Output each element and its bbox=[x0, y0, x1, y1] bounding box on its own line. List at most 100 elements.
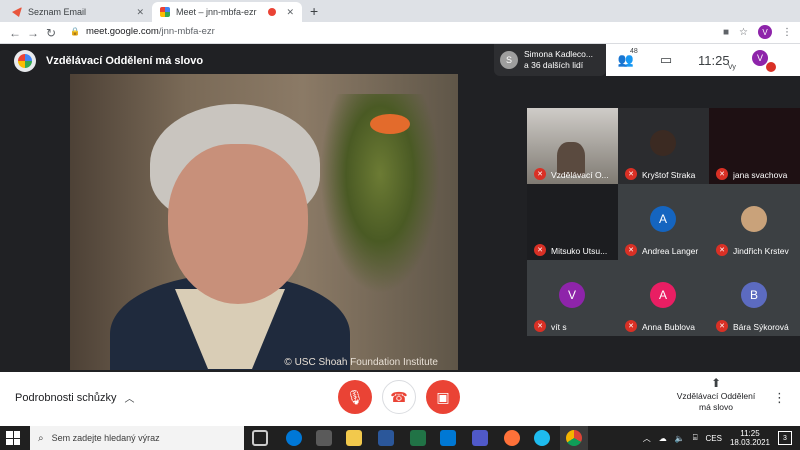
participant-grid: ✕ Vzdělávací O... ✕ Kryštof Straka ✕ jan… bbox=[527, 108, 800, 336]
participant-avatar: B bbox=[741, 282, 767, 308]
camera-toggle-button[interactable]: ▣ bbox=[426, 380, 460, 414]
close-icon[interactable]: ✕ bbox=[136, 7, 144, 18]
keyboard-language[interactable]: CES bbox=[706, 434, 722, 443]
url-field[interactable]: 🔒 meet.google.com/jnn-mbfa-ezr bbox=[70, 26, 215, 37]
mail-icon[interactable] bbox=[440, 430, 456, 446]
search-icon: ⌕ bbox=[38, 432, 44, 444]
participant-tile[interactable]: A ✕ Andrea Langer bbox=[618, 184, 709, 260]
chat-button[interactable]: ▭ bbox=[646, 52, 686, 68]
leave-call-button[interactable]: ☎ bbox=[382, 380, 416, 414]
chrome-icon[interactable] bbox=[566, 430, 582, 446]
file-explorer-icon[interactable] bbox=[346, 430, 362, 446]
menu-icon[interactable]: ⋮ bbox=[782, 27, 792, 38]
participants-count: 48 bbox=[630, 48, 638, 55]
participant-tile[interactable]: ✕ Mitsuko Utsu... bbox=[527, 184, 618, 260]
microphone-toggle-button[interactable]: 🎙 bbox=[338, 380, 372, 414]
excel-icon[interactable] bbox=[410, 430, 426, 446]
muted-icon bbox=[766, 62, 776, 72]
presenter-text: Simona Kadleco... a 36 dalších lidí bbox=[524, 49, 593, 71]
participant-tile[interactable]: V ✕ vít s bbox=[527, 260, 618, 336]
task-view-icon[interactable] bbox=[252, 430, 268, 446]
participant-name: Kryštof Straka bbox=[642, 170, 696, 180]
tab-title: Seznam Email bbox=[28, 7, 87, 17]
taskbar-time: 11:25 bbox=[740, 429, 760, 438]
meeting-logo-icon bbox=[14, 50, 36, 72]
participant-avatar: A bbox=[650, 282, 676, 308]
video-flower bbox=[370, 114, 410, 134]
participant-avatar: V bbox=[559, 282, 585, 308]
participant-name: Andrea Langer bbox=[642, 246, 699, 256]
presenter-avatar: S bbox=[500, 51, 518, 69]
windows-start-icon[interactable] bbox=[6, 431, 20, 445]
participant-name: Anna Bublova bbox=[642, 322, 695, 332]
camera-off-icon: ▣ bbox=[436, 388, 450, 405]
self-avatar: V bbox=[752, 50, 768, 66]
participant-tile[interactable]: A ✕ Anna Bublova bbox=[618, 260, 709, 336]
participant-tile[interactable]: ✕ Vzdělávací O... bbox=[527, 108, 618, 184]
meeting-details-label: Podrobnosti schůzky bbox=[15, 391, 117, 404]
more-options-button[interactable]: ⋮ bbox=[773, 390, 786, 406]
internet-explorer-icon[interactable] bbox=[534, 430, 550, 446]
close-icon[interactable]: ✕ bbox=[286, 7, 294, 18]
recording-icon bbox=[268, 8, 277, 16]
video-watermark: © USC Shoah Foundation Institute bbox=[284, 357, 438, 368]
participant-name: Bára Sýkorová bbox=[733, 322, 789, 332]
participant-name: Jindřich Krstev bbox=[733, 246, 789, 256]
mic-off-icon: ✕ bbox=[534, 320, 546, 332]
teams-icon[interactable] bbox=[472, 430, 488, 446]
participant-tile[interactable]: B ✕ Bára Sýkorová bbox=[709, 260, 800, 336]
participant-tile[interactable]: ✕ Jindřich Krstev bbox=[709, 184, 800, 260]
participant-tile[interactable]: ✕ jana svachova bbox=[709, 108, 800, 184]
mic-off-icon: ✕ bbox=[625, 168, 637, 180]
meeting-clock: 11:25 bbox=[698, 52, 730, 68]
network-icon[interactable]: ⌸ bbox=[693, 433, 698, 443]
tab-seznam-email[interactable]: Seznam Email ✕ bbox=[4, 2, 152, 22]
speaker-icon[interactable]: 🔈 bbox=[675, 434, 685, 443]
self-label: Vy bbox=[728, 64, 736, 71]
new-tab-button[interactable]: + bbox=[310, 3, 318, 19]
taskbar-search-box[interactable]: ⌕ Sem zadejte hledaný výraz bbox=[30, 426, 244, 450]
taskbar-clock[interactable]: 11:25 18.03.2021 bbox=[730, 429, 770, 447]
participant-name: jana svachova bbox=[733, 170, 788, 180]
tray-chevron-icon[interactable]: ︿ bbox=[643, 433, 651, 444]
participant-photo bbox=[650, 130, 676, 156]
presenter-chip[interactable]: S Simona Kadleco... a 36 dalších lidí bbox=[494, 44, 606, 76]
edge-icon[interactable] bbox=[286, 430, 302, 446]
reload-icon[interactable]: ↻ bbox=[42, 26, 60, 40]
meeting-title-text: Vzdělávací Oddělení má slovo bbox=[46, 55, 204, 67]
address-bar-actions: ■ ☆ V ⋮ bbox=[723, 25, 792, 39]
participant-tile[interactable]: ✕ Kryštof Straka bbox=[618, 108, 709, 184]
camera-icon[interactable]: ■ bbox=[723, 27, 729, 38]
present-now-button[interactable]: ⬆ Vzdělávací Oddělení má slovo bbox=[672, 377, 760, 413]
tab-meet[interactable]: Meet – jnn-mbfa-ezr ✕ bbox=[152, 2, 302, 22]
self-view[interactable]: Vy V bbox=[728, 44, 776, 76]
profile-avatar[interactable]: V bbox=[758, 25, 772, 39]
meeting-controls-bar: Podrobnosti schůzky ︿ 🎙 ☎ ▣ ⬆ Vzdělávací… bbox=[0, 372, 800, 426]
presenter-others: a 36 dalších lidí bbox=[524, 60, 584, 70]
mic-off-icon: ✕ bbox=[534, 168, 546, 180]
system-tray: ︿ ☁ 🔈 ⌸ CES 11:25 18.03.2021 3 bbox=[643, 429, 792, 447]
back-icon[interactable]: ← bbox=[6, 26, 24, 40]
people-button[interactable]: 👥 48 bbox=[606, 48, 646, 68]
star-icon[interactable]: ☆ bbox=[739, 27, 748, 38]
forward-icon[interactable]: → bbox=[24, 26, 42, 40]
address-bar: ← → ↻ 🔒 meet.google.com/jnn-mbfa-ezr ■ ☆… bbox=[0, 22, 800, 44]
chevron-up-icon: ︿ bbox=[124, 394, 135, 405]
store-icon[interactable] bbox=[316, 430, 332, 446]
cloud-icon[interactable]: ☁ bbox=[659, 434, 667, 443]
main-video[interactable]: © USC Shoah Foundation Institute bbox=[70, 74, 458, 370]
mic-off-icon: ✕ bbox=[716, 244, 728, 256]
participant-name: Mitsuko Utsu... bbox=[551, 246, 608, 256]
meet-favicon-icon bbox=[160, 7, 170, 17]
tab-title: Meet – jnn-mbfa-ezr bbox=[176, 7, 257, 17]
participant-avatar: A bbox=[650, 206, 676, 232]
mic-off-icon: 🎙 bbox=[346, 388, 364, 405]
notification-center-button[interactable]: 3 bbox=[778, 431, 792, 445]
presenter-name: Simona Kadleco... bbox=[524, 49, 593, 59]
taskbar-search-placeholder: Sem zadejte hledaný výraz bbox=[51, 433, 160, 443]
seznam-favicon-icon bbox=[12, 7, 22, 17]
mic-off-icon: ✕ bbox=[716, 320, 728, 332]
firefox-icon[interactable] bbox=[504, 430, 520, 446]
word-icon[interactable] bbox=[378, 430, 394, 446]
meeting-details-button[interactable]: Podrobnosti schůzky ︿ bbox=[15, 390, 135, 406]
